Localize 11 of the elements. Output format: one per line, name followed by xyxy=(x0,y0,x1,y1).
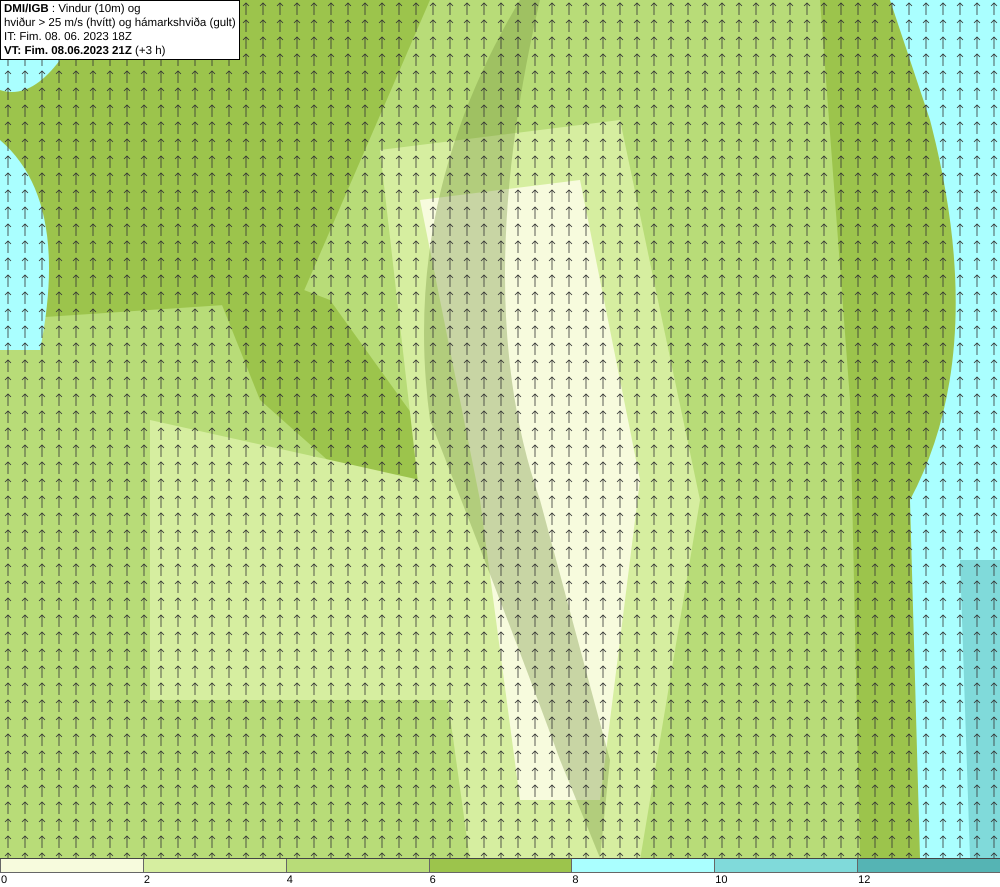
scale-label: 6 xyxy=(428,873,436,887)
header-line: hviður > 25 m/s (hvítt) og hámarkshviða (gult) xyxy=(4,16,236,30)
scale-label: 2 xyxy=(142,873,150,887)
scale-label: 8 xyxy=(571,873,579,887)
header-line: VT: Fim. 08.06.2023 21Z (+3 h) xyxy=(4,44,166,58)
scale-label: 0 xyxy=(0,873,8,887)
header-line: DMI/IGB : Vindur (10m) og xyxy=(4,2,142,16)
scale-label: 4 xyxy=(286,873,293,887)
scale-label: 12 xyxy=(857,873,870,887)
header-line: IT: Fim. 08. 06. 2023 18Z xyxy=(4,30,133,44)
scale-label: 10 xyxy=(714,873,728,887)
